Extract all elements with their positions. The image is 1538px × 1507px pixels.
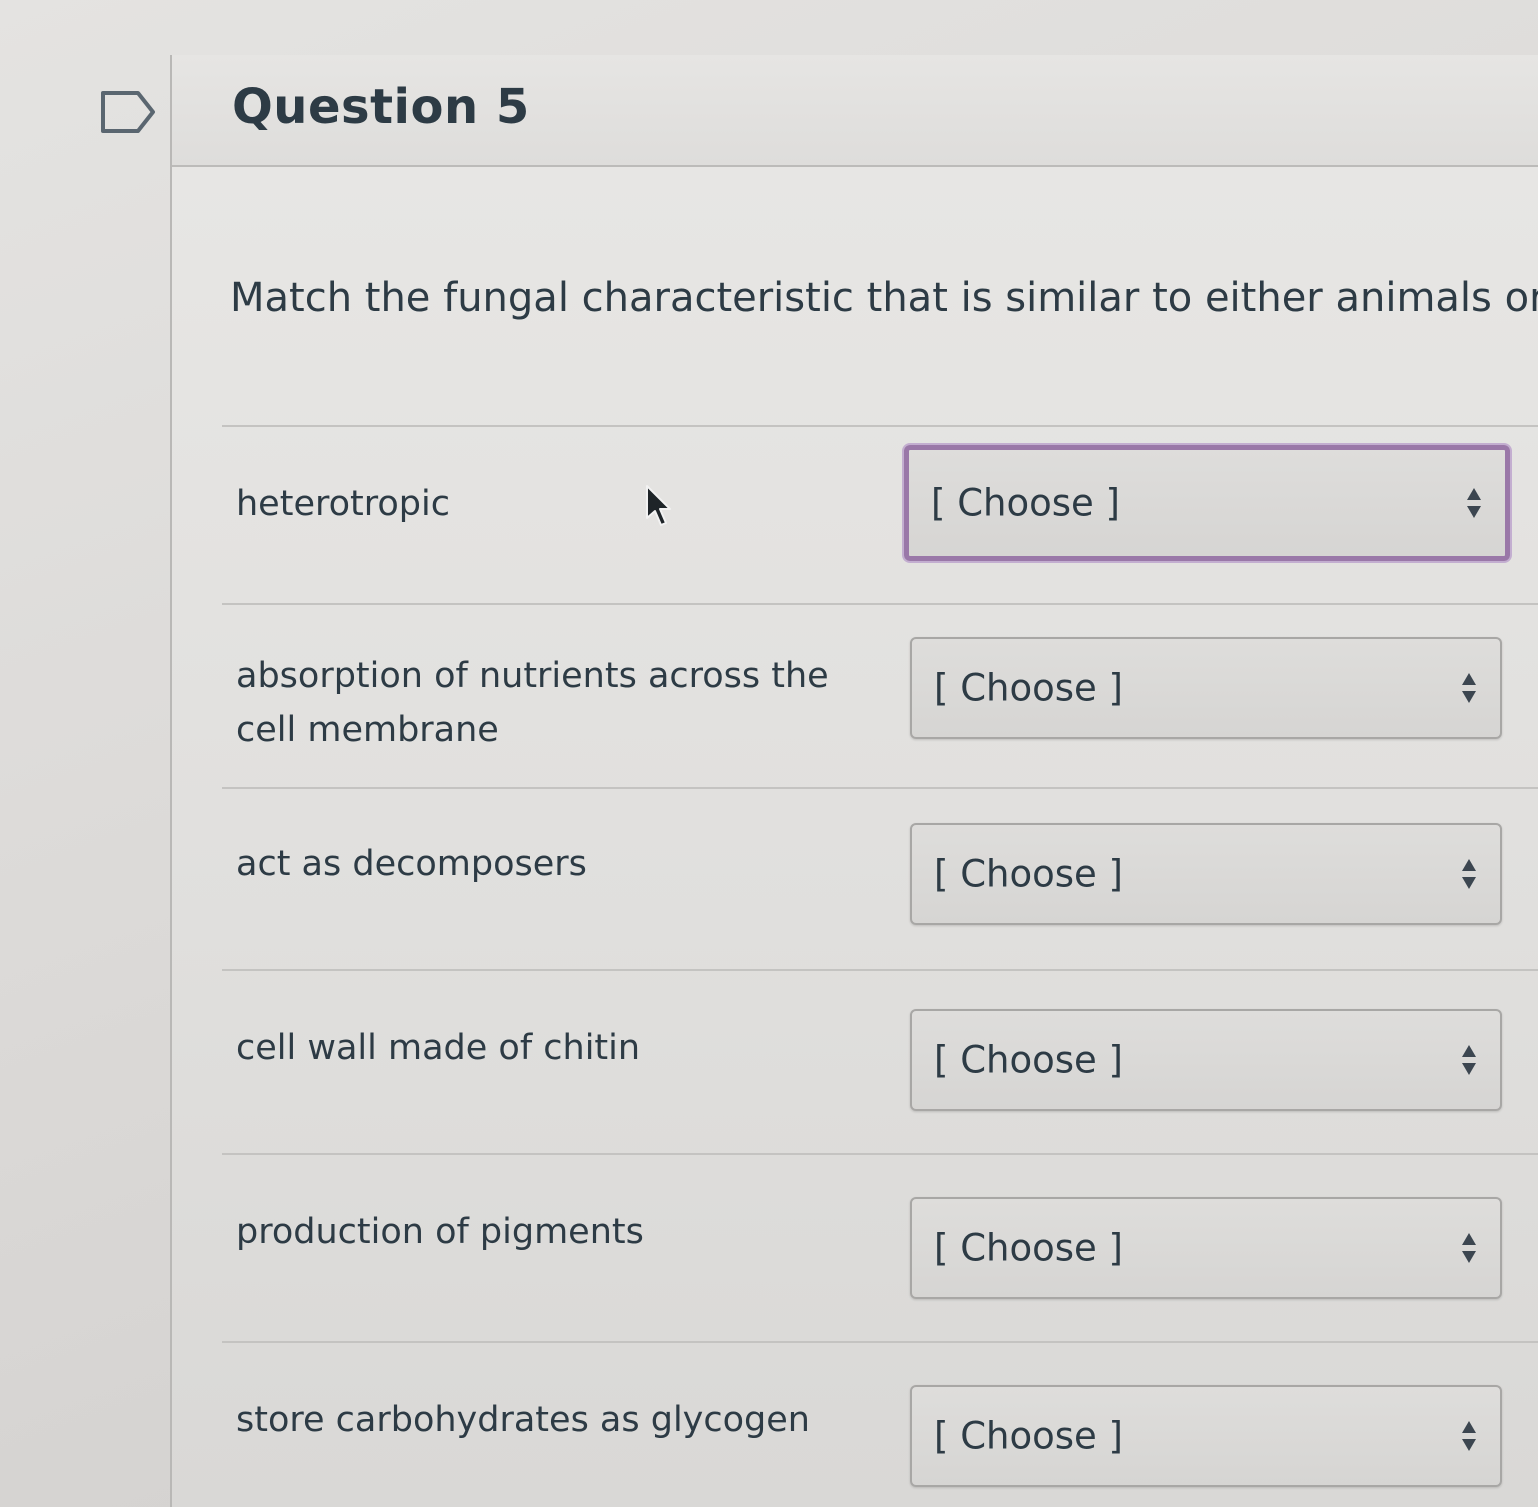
question-prompt: Match the fungal characteristic that is …	[230, 275, 1538, 321]
match-label-chitin: cell wall made of chitin	[236, 1028, 641, 1068]
match-select-decomposers[interactable]: [ Choose ]	[910, 823, 1502, 925]
match-label-absorption: absorption of nutrients across the cell …	[236, 656, 829, 750]
select-value: [ Choose ]	[934, 1226, 1123, 1270]
match-label-pigments: production of pigments	[236, 1212, 644, 1252]
match-select-glycogen[interactable]: [ Choose ]	[910, 1385, 1502, 1487]
match-label-decomposers: act as decomposers	[236, 844, 587, 884]
select-value: [ Choose ]	[931, 481, 1120, 525]
select-arrows-icon	[1462, 1233, 1476, 1263]
select-arrows-icon	[1462, 1045, 1476, 1075]
divider	[222, 969, 1538, 971]
question-header: Question 5	[172, 55, 1538, 167]
divider	[222, 787, 1538, 789]
select-arrows-icon	[1462, 1421, 1476, 1451]
divider	[222, 603, 1538, 605]
question-title: Question 5	[232, 79, 530, 135]
select-value: [ Choose ]	[934, 1414, 1123, 1458]
divider	[222, 1153, 1538, 1155]
flag-icon[interactable]	[100, 90, 156, 134]
match-select-pigments[interactable]: [ Choose ]	[910, 1197, 1502, 1299]
select-arrows-icon	[1462, 673, 1476, 703]
match-select-absorption[interactable]: [ Choose ]	[910, 637, 1502, 739]
match-select-chitin[interactable]: [ Choose ]	[910, 1009, 1502, 1111]
mouse-pointer-icon	[646, 485, 671, 526]
question-panel: Question 5 Match the fungal characterist…	[170, 55, 1538, 1507]
divider	[222, 1341, 1538, 1343]
screenshot: Question 5 Match the fungal characterist…	[0, 0, 1538, 1507]
match-label-heterotropic: heterotropic	[236, 484, 450, 524]
divider	[222, 425, 1538, 427]
match-label-glycogen: store carbohydrates as glycogen	[236, 1400, 810, 1440]
select-arrows-icon	[1467, 488, 1481, 518]
select-value: [ Choose ]	[934, 1038, 1123, 1082]
select-arrows-icon	[1462, 859, 1476, 889]
select-value: [ Choose ]	[934, 666, 1123, 710]
select-value: [ Choose ]	[934, 852, 1123, 896]
match-select-heterotropic[interactable]: [ Choose ]	[904, 445, 1510, 561]
